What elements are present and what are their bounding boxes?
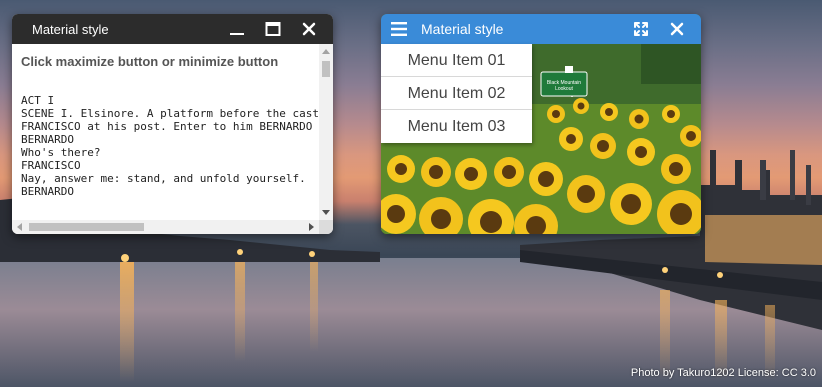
- script-line: ACT I: [21, 94, 55, 107]
- text-window-titlebar[interactable]: Material style: [12, 14, 333, 44]
- minimize-button[interactable]: [219, 14, 255, 44]
- script-line: Nay, answer me: stand, and unfold yourse…: [21, 172, 306, 185]
- maximize-icon: [265, 22, 281, 36]
- maximize-button[interactable]: [255, 14, 291, 44]
- window-title: Material style: [421, 21, 504, 37]
- scroll-left-arrow[interactable]: [17, 223, 22, 231]
- fullscreen-icon: [634, 22, 648, 36]
- window-title: Material style: [32, 21, 109, 37]
- close-icon: [670, 22, 684, 36]
- hamburger-icon: [391, 22, 407, 36]
- menu-item-03[interactable]: Menu Item 03: [381, 110, 532, 143]
- scroll-right-arrow[interactable]: [309, 223, 314, 231]
- script-line: FRANCISCO: [21, 159, 81, 172]
- close-button[interactable]: [659, 14, 695, 44]
- vertical-scroll-thumb[interactable]: [322, 61, 330, 77]
- menu-window[interactable]: Material style Black Mountain Lookout Me…: [381, 14, 701, 234]
- text-window-content[interactable]: Click maximize button or minimize button…: [12, 44, 319, 220]
- scroll-down-arrow[interactable]: [322, 210, 330, 215]
- horizontal-scroll-thumb[interactable]: [29, 223, 144, 231]
- hamburger-button[interactable]: [381, 14, 417, 44]
- script-line: BERNARDO: [21, 185, 74, 198]
- close-icon: [302, 22, 316, 36]
- menu-item-01[interactable]: Menu Item 01: [381, 44, 532, 77]
- script-line: Who's there?: [21, 146, 101, 159]
- road-sign-line2: Lookout: [555, 86, 573, 92]
- script-text[interactable]: ACT I SCENE I. Elsinore. A platform befo…: [12, 94, 319, 198]
- script-line: FRANCISCO at his post. Enter to him BERN…: [21, 120, 313, 133]
- minimize-icon: [230, 33, 244, 35]
- scrollbar-corner: [319, 220, 333, 234]
- scroll-up-arrow[interactable]: [322, 49, 330, 54]
- menu-window-titlebar[interactable]: Material style: [381, 14, 701, 44]
- script-line: SCENE I. Elsinore. A platform before the…: [21, 107, 319, 120]
- dropdown-menu[interactable]: Menu Item 01 Menu Item 02 Menu Item 03: [381, 44, 532, 143]
- menu-item-02[interactable]: Menu Item 02: [381, 77, 532, 110]
- photo-credit: Photo by Takuro1202 License: CC 3.0: [630, 367, 816, 379]
- road-sign: Black Mountain Lookout: [542, 80, 586, 92]
- script-line: BERNARDO: [21, 133, 74, 146]
- horizontal-scrollbar[interactable]: [12, 220, 319, 234]
- text-window[interactable]: Material style Click maximize button or …: [12, 14, 333, 234]
- vertical-scrollbar[interactable]: [319, 44, 333, 220]
- close-button[interactable]: [291, 14, 327, 44]
- description-text: Click maximize button or minimize button: [21, 54, 279, 69]
- fullscreen-button[interactable]: [623, 14, 659, 44]
